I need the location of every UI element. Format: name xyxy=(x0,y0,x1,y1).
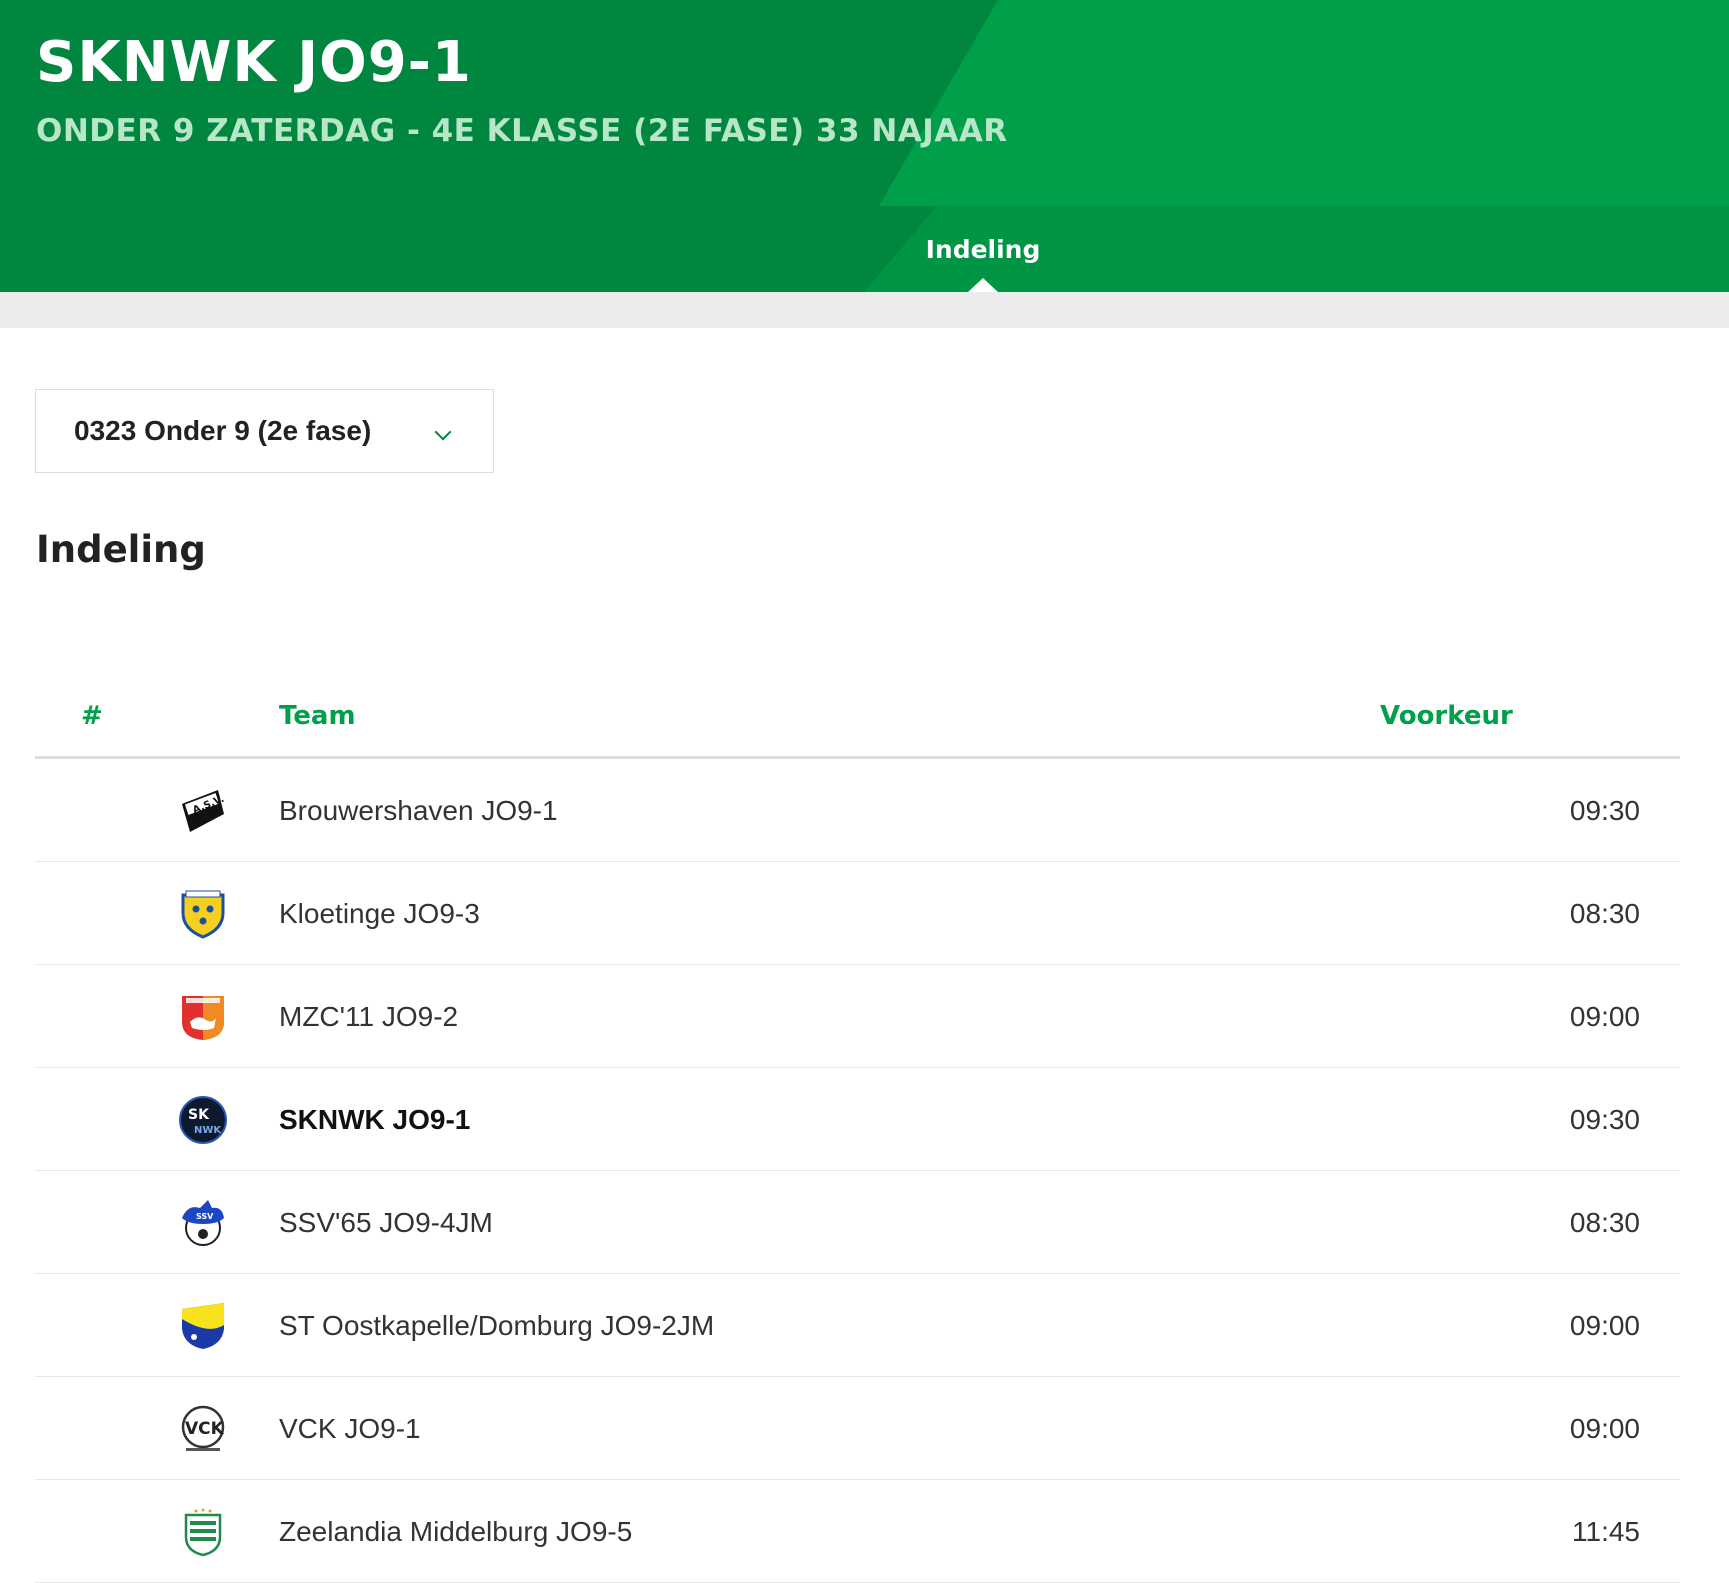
svg-text:SSV: SSV xyxy=(196,1212,214,1221)
preference-time: 09:00 xyxy=(1569,1310,1640,1341)
table-row[interactable]: MZC'11 JO9-2 09:00 xyxy=(35,965,1680,1068)
preference-time: 09:00 xyxy=(1569,1413,1640,1444)
kloetinge-logo-icon xyxy=(181,890,225,939)
page-subtitle: ONDER 9 ZATERDAG - 4E KLASSE (2E FASE) 3… xyxy=(36,113,1008,149)
column-header-number[interactable]: # xyxy=(81,701,103,731)
vck-logo-icon: VCK xyxy=(181,1405,225,1451)
table-row[interactable]: Zeelandia Middelburg JO9-5 11:45 xyxy=(35,1480,1680,1583)
preference-time: 11:45 xyxy=(1572,1516,1640,1547)
asv-logo-icon: A.S.V. xyxy=(182,790,226,832)
team-name[interactable]: ST Oostkapelle/Domburg JO9-2JM xyxy=(279,1310,714,1342)
team-name[interactable]: SSV'65 JO9-4JM xyxy=(279,1207,493,1239)
tab-bar: Indeling xyxy=(0,206,1729,292)
team-name[interactable]: MZC'11 JO9-2 xyxy=(279,1001,458,1033)
svg-text:NWK: NWK xyxy=(194,1125,222,1136)
table-row[interactable]: Kloetinge JO9-3 08:30 xyxy=(35,862,1680,965)
ssv65-logo-icon: SSV xyxy=(182,1200,224,1246)
competition-dropdown[interactable]: 0323 Onder 9 (2e fase) xyxy=(35,389,494,473)
svg-text:VCK: VCK xyxy=(185,1419,225,1439)
sknwk-logo-icon: SK NWK xyxy=(179,1096,227,1144)
oostkapelle-logo-icon xyxy=(182,1303,224,1349)
table-row[interactable]: ST Oostkapelle/Domburg JO9-2JM 09:00 xyxy=(35,1274,1680,1377)
team-name[interactable]: Brouwershaven JO9-1 xyxy=(279,795,558,827)
preference-time: 08:30 xyxy=(1569,1207,1640,1238)
team-name[interactable]: Zeelandia Middelburg JO9-5 xyxy=(279,1516,632,1548)
table-header: # Team Voorkeur xyxy=(35,677,1680,759)
chevron-down-icon xyxy=(434,423,452,441)
preference-time: 08:30 xyxy=(1569,898,1640,929)
table-row[interactable]: VCK VCK JO9-1 09:00 xyxy=(35,1377,1680,1480)
tab-bar-background xyxy=(0,206,1729,292)
section-title: Indeling xyxy=(36,528,206,571)
standings-table: # Team Voorkeur A.S.V. Brouwershaven JO9… xyxy=(35,677,1680,1583)
team-name[interactable]: Kloetinge JO9-3 xyxy=(279,898,480,930)
column-header-team[interactable]: Team xyxy=(279,701,356,731)
preference-time: 09:30 xyxy=(1569,1104,1640,1135)
page-title: SKNWK JO9-1 xyxy=(36,30,472,95)
preference-time: 09:00 xyxy=(1569,1001,1640,1032)
divider-strip xyxy=(0,292,1729,328)
team-header: SKNWK JO9-1 ONDER 9 ZATERDAG - 4E KLASSE… xyxy=(0,0,1729,206)
active-tab-indicator xyxy=(968,278,998,292)
team-name[interactable]: VCK JO9-1 xyxy=(279,1413,421,1445)
svg-text:SK: SK xyxy=(188,1107,210,1123)
table-row[interactable]: A.S.V. Brouwershaven JO9-1 09:30 xyxy=(35,759,1680,862)
competition-dropdown-value: 0323 Onder 9 (2e fase) xyxy=(74,415,372,446)
mzc11-logo-icon xyxy=(182,996,224,1040)
column-header-preference[interactable]: Voorkeur xyxy=(1380,701,1513,731)
zeelandia-logo-icon xyxy=(184,1508,222,1557)
preference-time: 09:30 xyxy=(1569,795,1640,826)
team-name-own[interactable]: SKNWK JO9-1 xyxy=(279,1104,470,1136)
table-row[interactable]: SSV SSV'65 JO9-4JM 08:30 xyxy=(35,1171,1680,1274)
table-row[interactable]: SK NWK SKNWK JO9-1 09:30 xyxy=(35,1068,1680,1171)
